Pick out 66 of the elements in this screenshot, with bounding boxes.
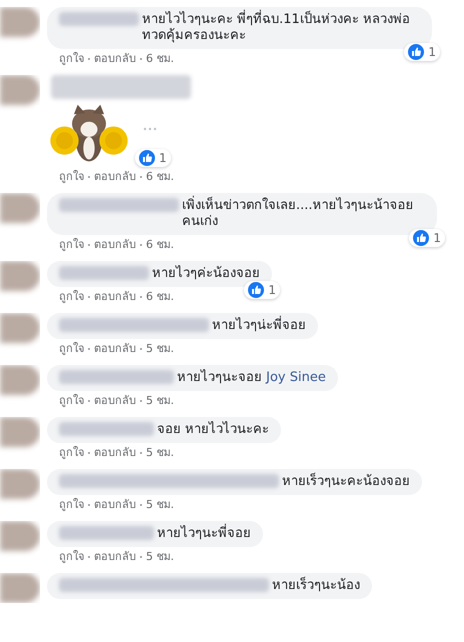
- avatar[interactable]: [0, 417, 40, 447]
- comment-text: เพิ่งเห็นข่าวตกใจเลย....หายไวๆนะน้าจอยคนเก่ง: [182, 198, 414, 229]
- timestamp: 5 ชม.: [146, 550, 174, 564]
- timestamp: 5 ชม.: [146, 394, 174, 408]
- timestamp: 6 ชม.: [146, 52, 174, 66]
- action-link[interactable]: ถูกใจ: [59, 394, 84, 408]
- commenter-name[interactable]: [59, 12, 139, 26]
- thumbs-up-icon: [413, 230, 430, 246]
- action-link[interactable]: ถูกใจ: [59, 238, 84, 252]
- comment-text: หายเร็วๆนะน้อง: [272, 578, 360, 593]
- commenter-name[interactable]: [59, 526, 154, 540]
- action-link[interactable]: ตอบกลับ: [94, 394, 136, 408]
- commenter-name[interactable]: [59, 474, 279, 488]
- action-link[interactable]: ถูกใจ: [59, 52, 84, 66]
- mention-link[interactable]: Joy Sinee: [266, 370, 326, 385]
- commenter-name[interactable]: [59, 318, 209, 332]
- thumbs-up-icon: [139, 150, 155, 166]
- avatar[interactable]: [0, 193, 40, 223]
- action-link[interactable]: ถูกใจ: [59, 550, 84, 564]
- avatar[interactable]: [0, 75, 40, 105]
- action-link[interactable]: ตอบกลับ: [94, 52, 136, 66]
- comment-text: หายไวๆน่ะพี่จอย: [212, 318, 306, 333]
- action-link[interactable]: ตอบกลับ: [94, 498, 136, 512]
- commenter-name[interactable]: [59, 370, 174, 384]
- commenter-name[interactable]: [59, 198, 179, 212]
- like-count[interactable]: 1: [244, 281, 280, 299]
- commenter-name[interactable]: [59, 422, 154, 436]
- timestamp: 6 ชม.: [146, 238, 174, 252]
- action-link[interactable]: ตอบกลับ: [94, 238, 136, 252]
- timestamp: 6 ชม.: [146, 170, 174, 184]
- commenter-name[interactable]: [51, 75, 191, 99]
- commenter-name[interactable]: [59, 578, 269, 592]
- thumbs-up-icon: [248, 282, 264, 298]
- comment-text: หายเร็วๆนะคะน้องจอย: [282, 474, 410, 489]
- timestamp: 6 ชม.: [146, 290, 174, 304]
- comment-text: หายไวๆค่ะน้องจอย: [152, 266, 260, 281]
- commenter-name[interactable]: [59, 266, 149, 280]
- action-link[interactable]: ถูกใจ: [59, 446, 84, 460]
- comment-text: จอย หายไวไวนะคะ: [157, 422, 270, 437]
- action-link[interactable]: ถูกใจ: [59, 290, 84, 304]
- avatar[interactable]: [0, 469, 40, 499]
- more-icon[interactable]: [143, 127, 157, 131]
- avatar[interactable]: [0, 313, 40, 343]
- like-count[interactable]: 1: [404, 43, 440, 61]
- action-link[interactable]: ตอบกลับ: [94, 446, 136, 460]
- timestamp: 5 ชม.: [146, 498, 174, 512]
- avatar[interactable]: [0, 7, 40, 37]
- action-link[interactable]: ตอบกลับ: [94, 550, 136, 564]
- like-count[interactable]: 1: [135, 149, 171, 167]
- timestamp: 5 ชม.: [146, 446, 174, 460]
- action-link[interactable]: ตอบกลับ: [94, 290, 136, 304]
- avatar[interactable]: [0, 521, 40, 551]
- action-link[interactable]: ตอบกลับ: [94, 342, 136, 356]
- comment-text: หายไวไวๆนะคะ พี่ๆที่ฉบ.11เป็นห่วงคะ หลวงพ่อทวดคุ้มครองนะคะ: [142, 12, 410, 43]
- comment-text: หายไวๆนะพี่จอย: [157, 526, 251, 541]
- avatar[interactable]: [0, 573, 40, 603]
- action-link[interactable]: ถูกใจ: [59, 498, 84, 512]
- timestamp: 5 ชม.: [146, 342, 174, 356]
- avatar[interactable]: [0, 261, 40, 291]
- like-count[interactable]: 1: [409, 229, 445, 247]
- action-link[interactable]: ตอบกลับ: [94, 170, 136, 184]
- action-link[interactable]: ถูกใจ: [59, 170, 84, 184]
- action-link[interactable]: ถูกใจ: [59, 342, 84, 356]
- thumbs-up-icon: [408, 44, 424, 60]
- comment-text: หายไวๆนะจอย: [177, 370, 262, 385]
- avatar[interactable]: [0, 365, 40, 395]
